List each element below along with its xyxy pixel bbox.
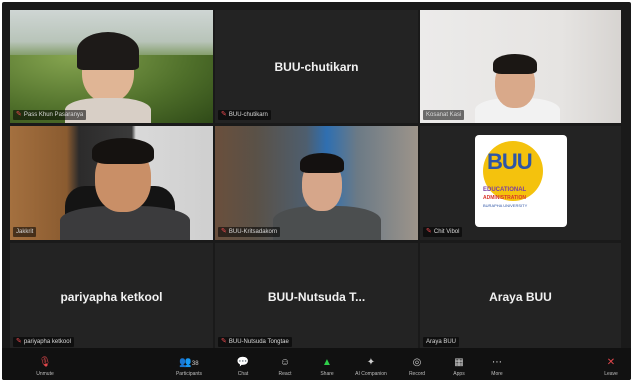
person-man-body [273,206,381,240]
zoom-window: ✎ Pass Khun Pasaranya BUU-chutikarn ✎ BUU-… [2,2,631,380]
apps-label: Apps [453,371,465,377]
participant-count: 38 [191,361,199,367]
unmute-label: Unmute [36,371,54,377]
participant-name: BUU-Nutsuda Tongtae [228,339,289,345]
participant-name: Kosanat Kasi [426,112,462,118]
mic-muted-icon: ✎ [221,228,227,235]
participant-name: Araya BUU [426,339,457,345]
tile-p3[interactable]: Kosanat Kasi [420,10,621,123]
participant-name: Jakkrit [16,229,34,235]
more-label: More [491,371,503,377]
gallery-grid: ✎ Pass Khun Pasaranya BUU-chutikarn ✎ BUU-… [10,10,621,350]
record-button[interactable]: ◎ Record [400,357,434,378]
mic-muted-icon: ✎ [221,111,227,118]
leave-label: Leave [604,371,618,377]
record-label: Record [408,371,426,377]
meeting-toolbar: 🎙 Unmute 👥38 Participants 💬 Chat ☺ React… [2,348,631,380]
chat-button[interactable]: 💬 Chat [226,357,260,378]
person-hair [77,32,139,70]
tile-p1[interactable]: ✎ Pass Khun Pasaranya [10,10,213,123]
logo-line3: BURAPHA UNIVERSITY [483,203,528,208]
tile-p7[interactable]: pariyapha ketkool ✎ pariyapha ketkool [10,243,213,350]
share-icon: ▲ [322,357,332,368]
ai-icon: ✦ [366,357,376,368]
react-icon: ☺ [279,357,291,368]
mic-muted-icon: ✎ [426,228,432,235]
participants-label: Participants [175,371,203,377]
chat-label: Chat [237,371,249,377]
logo-line1: EDUCATIONAL [483,187,527,193]
name-tag: ✎ Chit Vibol [423,227,463,237]
participant-name: BUU-Kritsadakorn [228,229,278,235]
participant-display-name: BUU-Nutsuda T... [267,289,366,304]
logo-line2: ADMINISTRATION [483,195,526,201]
person-man-hair [92,138,154,164]
react-button[interactable]: ☺ React [268,357,302,378]
share-label: Share [320,371,334,377]
mic-muted-icon: 🎙 [38,357,52,368]
participant-display-name: Araya BUU [489,289,552,304]
record-icon: ◎ [412,357,422,368]
mic-muted-icon: ✎ [16,111,22,118]
logo-text: BUU [487,149,533,174]
participants-icon: 👥38 [172,357,206,371]
participant-display-name: pariyapha ketkool [60,289,163,304]
tile-p9[interactable]: Araya BUU Araya BUU [420,243,621,350]
chat-icon: 💬 [236,357,250,368]
participant-name: pariyapha ketkool [23,339,71,345]
tile-p4-active-speaker[interactable]: Jakkrit [10,126,213,240]
person-man-hair [300,153,344,173]
tile-p5[interactable]: ✎ BUU-Kritsadakorn [215,126,418,240]
name-tag: ✎ BUU-Kritsadakorn [218,227,281,237]
name-tag: Jakkrit [13,227,37,237]
participant-name: Chit Vibol [433,229,460,235]
name-tag: Araya BUU [423,337,460,347]
participants-button[interactable]: 👥38 Participants [172,357,206,378]
mic-muted-icon: ✎ [16,338,22,345]
tile-p8[interactable]: BUU-Nutsuda T... ✎ BUU-Nutsuda Tongtae [215,243,418,350]
name-tag: Kosanat Kasi [423,110,465,120]
participant-name: BUU-chutikarn [228,112,268,118]
unmute-button[interactable]: 🎙 Unmute [28,357,62,378]
more-icon: ⋯ [492,357,502,368]
ai-label: AI Companion [355,371,387,377]
person-man-hair [493,54,537,74]
more-button[interactable]: ⋯ More [480,357,514,378]
react-label: React [278,371,292,377]
tile-p6[interactable]: BUU EDUCATIONAL ADMINISTRATION BURAPHA U… [420,126,621,240]
participants-glyph: 👥 [179,357,192,368]
apps-icon: ▦ [454,357,464,368]
participant-display-name: BUU-chutikarn [274,59,359,74]
name-tag: ✎ pariyapha ketkool [13,337,74,347]
share-button[interactable]: ▲ Share [310,357,344,378]
ai-companion-button[interactable]: ✦ AI Companion [354,357,388,378]
name-tag: ✎ Pass Khun Pasaranya [13,110,87,120]
name-tag: ✎ BUU-Nutsuda Tongtae [218,337,292,347]
tile-p2[interactable]: BUU-chutikarn ✎ BUU-chutikarn [215,10,418,123]
logo-card: BUU EDUCATIONAL ADMINISTRATION BURAPHA U… [475,135,567,227]
name-tag: ✎ BUU-chutikarn [218,110,271,120]
participant-name: Pass Khun Pasaranya [23,112,84,118]
leave-icon: ✕ [606,357,616,368]
mic-muted-icon: ✎ [221,338,227,345]
apps-button[interactable]: ▦ Apps [442,357,476,378]
leave-button[interactable]: ✕ Leave [594,357,628,378]
